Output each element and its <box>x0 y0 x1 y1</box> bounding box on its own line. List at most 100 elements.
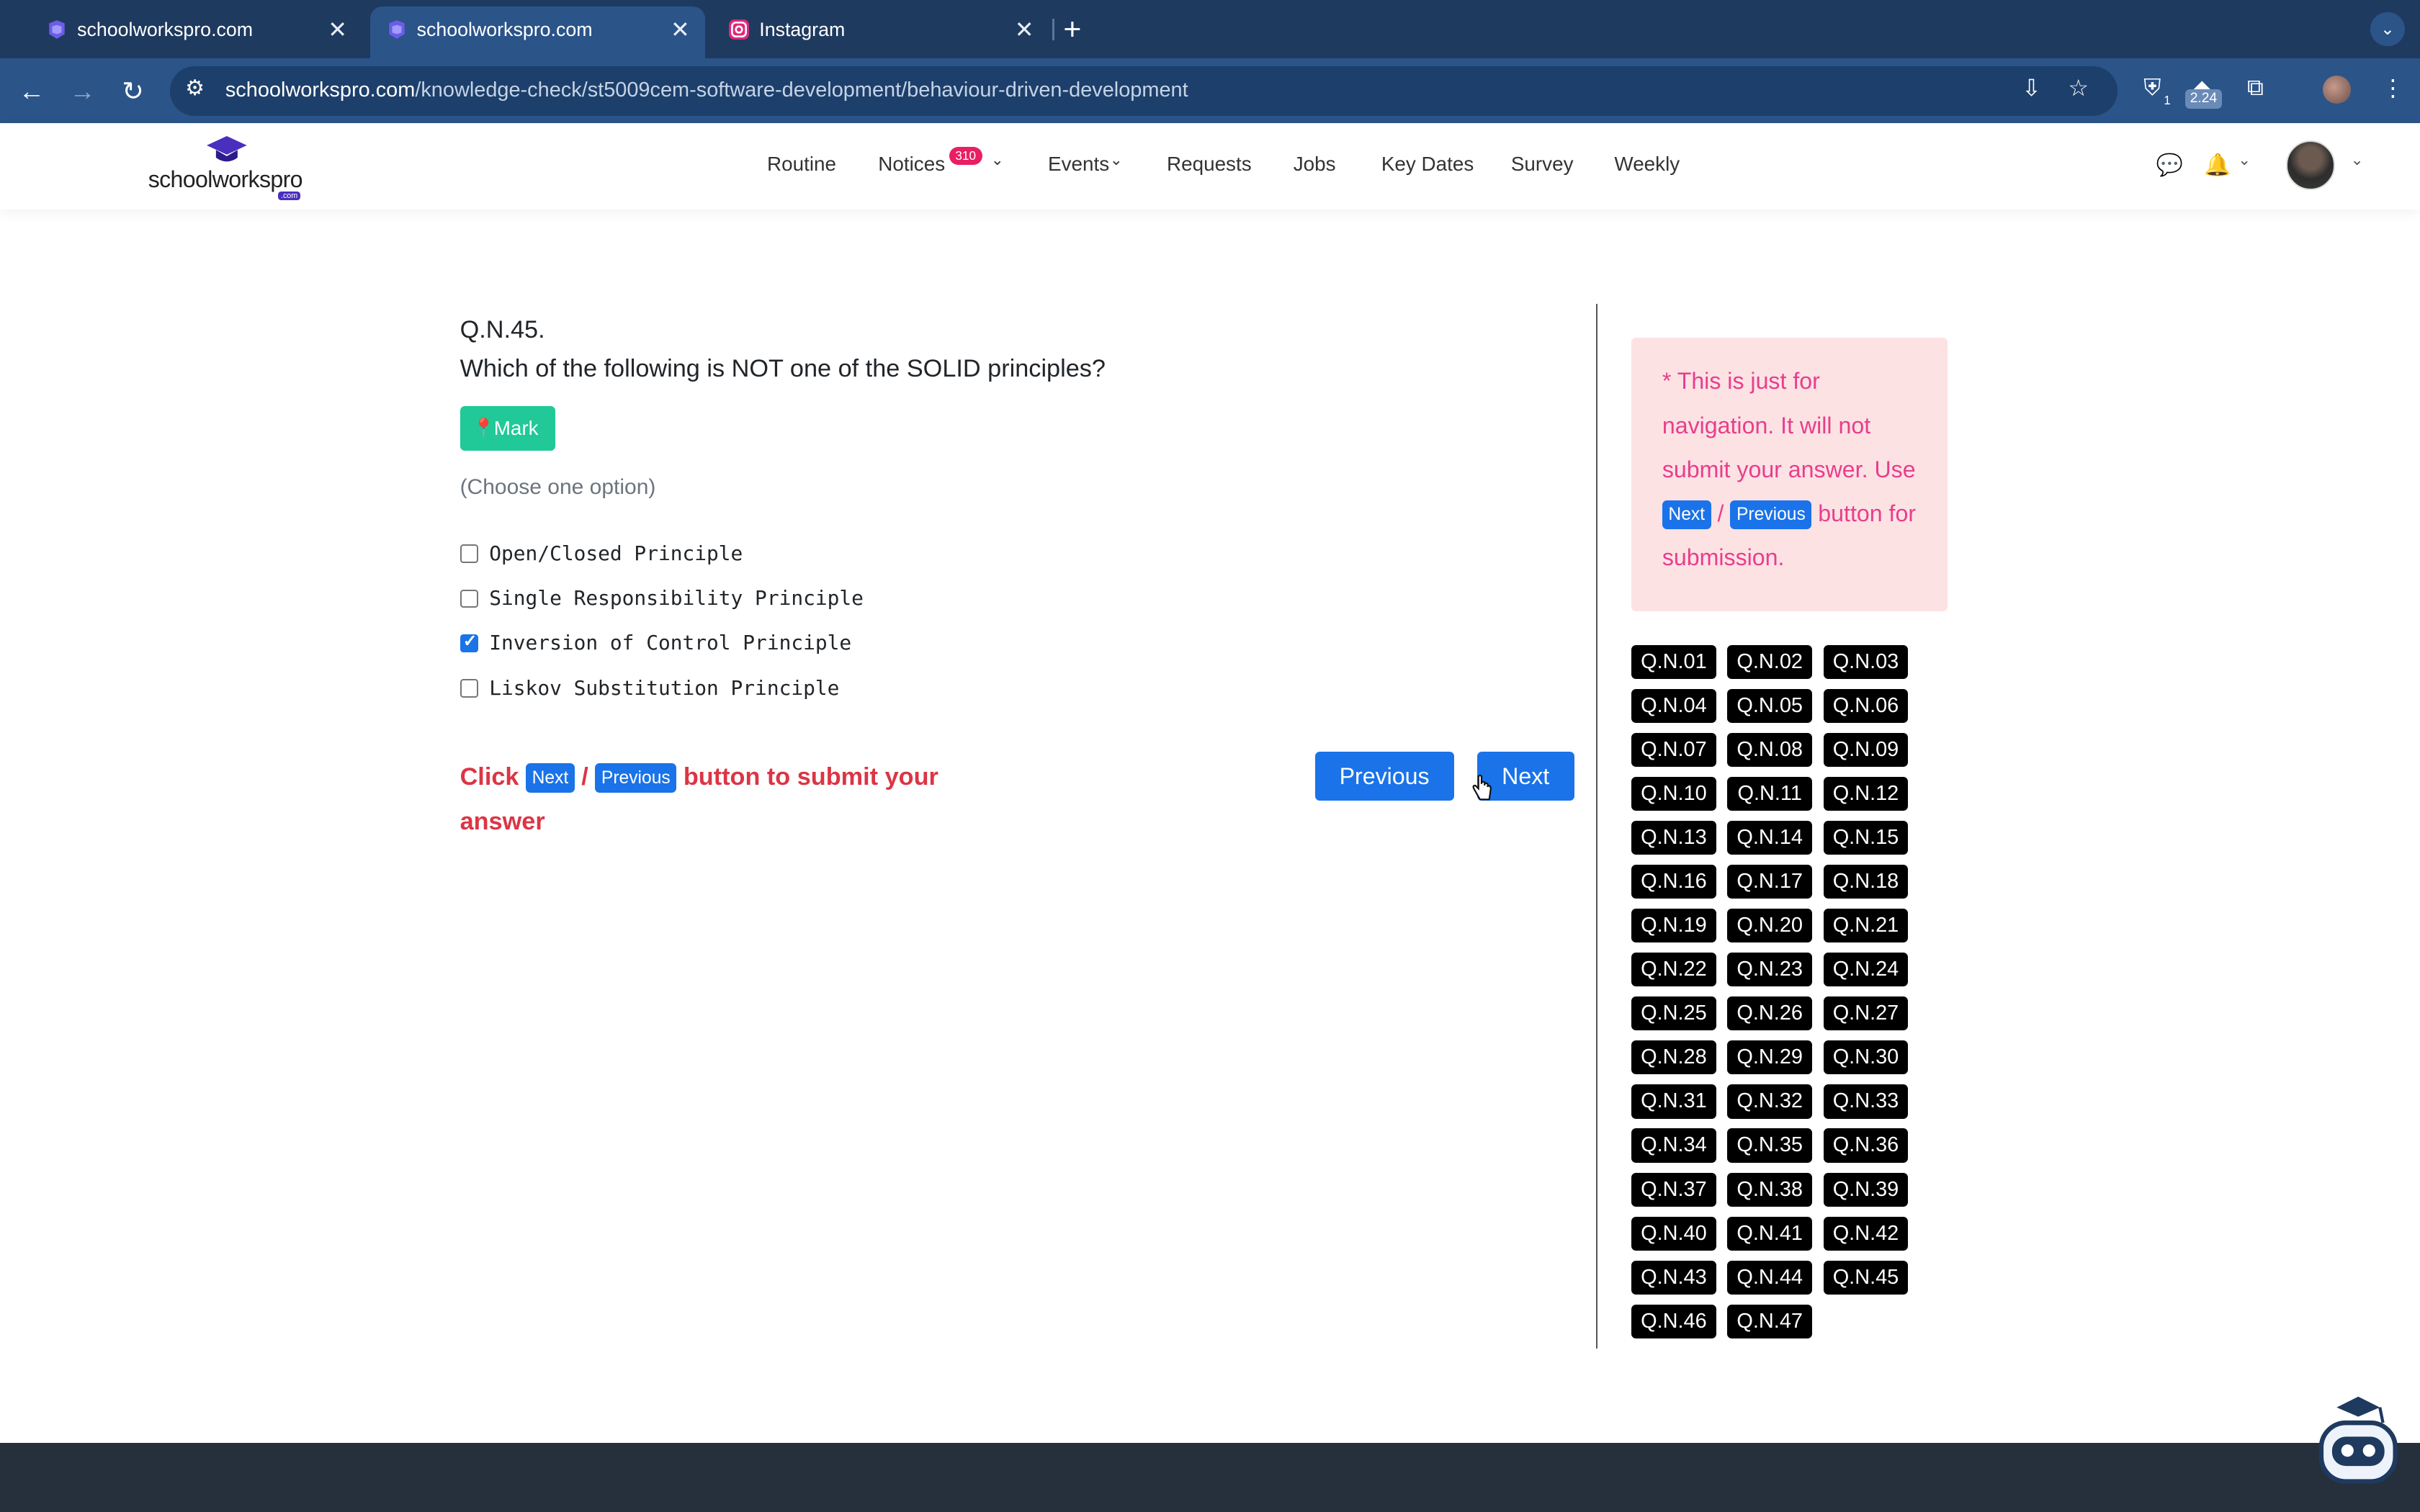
question-nav-button[interactable]: Q.N.22 <box>1631 953 1716 987</box>
question-nav-button[interactable]: Q.N.33 <box>1823 1084 1909 1119</box>
site-logo[interactable]: schoolworkspro .com <box>148 132 318 200</box>
question-nav-button[interactable]: Q.N.37 <box>1631 1172 1716 1207</box>
question-nav-button[interactable]: Q.N.03 <box>1823 644 1909 679</box>
browser-tab[interactable]: schoolworkspro.com ✕ <box>31 6 363 53</box>
question-nav-button[interactable]: Q.N.11 <box>1727 776 1813 811</box>
question-nav-button[interactable]: Q.N.26 <box>1727 996 1813 1031</box>
url-text[interactable]: schoolworkspro.com/knowledge-check/st500… <box>225 78 1188 102</box>
site-info-icon[interactable]: ⚙ <box>185 76 205 101</box>
question-nav-button[interactable]: Q.N.36 <box>1823 1128 1909 1163</box>
previous-pill: Previous <box>595 763 677 793</box>
question-nav-button[interactable]: Q.N.20 <box>1727 909 1813 943</box>
reload-icon[interactable]: ↻ <box>122 74 144 108</box>
user-avatar[interactable] <box>2285 140 2336 190</box>
question-nav-button[interactable]: Q.N.14 <box>1727 820 1813 855</box>
back-arrow-icon[interactable]: ← <box>19 74 45 108</box>
question-nav-button[interactable]: Q.N.09 <box>1823 732 1909 767</box>
nav-requests[interactable]: Requests <box>1167 153 1252 176</box>
nav-notices[interactable]: Notices <box>878 153 945 176</box>
option-label[interactable]: Open/Closed Principle <box>489 541 743 565</box>
question-nav-button[interactable]: Q.N.41 <box>1727 1216 1813 1251</box>
question-nav-button[interactable]: Q.N.17 <box>1727 865 1813 899</box>
option-checkbox-checked[interactable] <box>460 631 479 653</box>
question-nav-button[interactable]: Q.N.40 <box>1631 1216 1716 1251</box>
question-nav-button[interactable]: Q.N.01 <box>1631 644 1716 679</box>
bitwarden-extension-icon[interactable]: ⛨ <box>2143 74 2161 102</box>
tab-title: schoolworkspro.com <box>416 18 593 40</box>
browser-tab-active[interactable]: schoolworkspro.com ✕ <box>370 6 706 59</box>
browser-tab[interactable]: Instagram ✕ <box>713 6 1049 53</box>
forward-arrow-icon[interactable]: → <box>69 74 95 108</box>
nav-survey[interactable]: Survey <box>1511 153 1574 176</box>
new-tab-icon[interactable]: + <box>1063 6 1081 53</box>
option-label[interactable]: Liskov Substitution Principle <box>489 676 839 700</box>
nav-events[interactable]: Events <box>1048 153 1109 176</box>
question-nav-button[interactable]: Q.N.32 <box>1727 1084 1813 1119</box>
events-chevron-down-icon[interactable]: ⌄ <box>1110 151 1123 169</box>
question-nav-button[interactable]: Q.N.25 <box>1631 996 1716 1031</box>
question-nav-button[interactable]: Q.N.07 <box>1631 732 1716 767</box>
notification-bell-icon[interactable]: 🔔 <box>2204 153 2231 178</box>
nav-jobs[interactable]: Jobs <box>1294 153 1336 176</box>
browser-profile-avatar[interactable] <box>2323 75 2351 104</box>
question-nav-button[interactable]: Q.N.13 <box>1631 820 1716 855</box>
question-nav-button[interactable]: Q.N.30 <box>1823 1040 1909 1075</box>
schoolworkspro-favicon-icon <box>49 19 65 39</box>
question-nav-button[interactable]: Q.N.27 <box>1823 996 1909 1031</box>
chat-icon[interactable]: 💬 <box>2156 153 2183 178</box>
install-app-icon[interactable]: ⇩ <box>2022 74 2041 102</box>
tab-close-icon[interactable]: ✕ <box>1015 6 1034 53</box>
question-nav-button[interactable]: Q.N.47 <box>1727 1304 1813 1338</box>
question-nav-button[interactable]: Q.N.16 <box>1631 865 1716 899</box>
question-nav-button[interactable]: Q.N.38 <box>1727 1172 1813 1207</box>
notices-chevron-down-icon[interactable]: ⌄ <box>991 151 1004 169</box>
option-checkbox[interactable] <box>460 589 479 608</box>
option-checkbox[interactable] <box>460 678 479 698</box>
question-nav-button[interactable]: Q.N.02 <box>1727 644 1813 679</box>
nav-weekly[interactable]: Weekly <box>1614 153 1680 176</box>
question-nav-button[interactable]: Q.N.21 <box>1823 909 1909 943</box>
option-label[interactable]: Single Responsibility Principle <box>489 586 864 610</box>
question-nav-button[interactable]: Q.N.18 <box>1823 865 1909 899</box>
question-nav-button[interactable]: Q.N.15 <box>1823 820 1909 855</box>
question-nav-button[interactable]: Q.N.45 <box>1823 1260 1909 1295</box>
puzzle-extensions-icon[interactable]: ⧉ <box>2247 74 2264 102</box>
option-label[interactable]: Inversion of Control Principle <box>489 631 851 654</box>
question-nav-button[interactable]: Q.N.12 <box>1823 776 1909 811</box>
profile-chevron-down-icon[interactable]: ⌄ <box>2351 151 2364 169</box>
question-nav-button[interactable]: Q.N.24 <box>1823 953 1909 987</box>
question-number: Q.N.45. <box>460 316 545 344</box>
tab-close-icon[interactable]: ✕ <box>671 6 690 53</box>
question-nav-button[interactable]: Q.N.42 <box>1823 1216 1909 1251</box>
question-nav-button[interactable]: Q.N.10 <box>1631 776 1716 811</box>
question-nav-button[interactable]: Q.N.29 <box>1727 1040 1813 1075</box>
navigation-info-box: * This is just for navigation. It will n… <box>1631 338 1948 611</box>
option-checkbox[interactable] <box>460 544 479 564</box>
question-nav-button[interactable]: Q.N.46 <box>1631 1304 1716 1338</box>
nav-routine[interactable]: Routine <box>767 153 836 176</box>
question-nav-button[interactable]: Q.N.31 <box>1631 1084 1716 1119</box>
question-nav-button[interactable]: Q.N.23 <box>1727 953 1813 987</box>
question-nav-button[interactable]: Q.N.04 <box>1631 688 1716 723</box>
question-nav-button[interactable]: Q.N.44 <box>1727 1260 1813 1295</box>
notices-count-badge: 310 <box>949 146 982 165</box>
question-nav-button[interactable]: Q.N.35 <box>1727 1128 1813 1163</box>
chatbot-assistant-icon[interactable] <box>2312 1389 2401 1494</box>
question-nav-button[interactable]: Q.N.05 <box>1727 688 1813 723</box>
bookmark-star-icon[interactable]: ☆ <box>2068 74 2089 102</box>
address-bar[interactable]: ⚙ schoolworkspro.com/knowledge-check/st5… <box>169 66 2118 116</box>
question-nav-button[interactable]: Q.N.43 <box>1631 1260 1716 1295</box>
tab-search-chevron-icon[interactable]: ⌄ <box>2370 12 2405 47</box>
question-nav-button[interactable]: Q.N.34 <box>1631 1128 1716 1163</box>
question-nav-button[interactable]: Q.N.19 <box>1631 909 1716 943</box>
nav-key-dates[interactable]: Key Dates <box>1381 153 1474 176</box>
question-nav-button[interactable]: Q.N.06 <box>1823 688 1909 723</box>
previous-button[interactable]: Previous <box>1314 751 1454 801</box>
browser-menu-icon[interactable]: ⋮ <box>2381 74 2404 102</box>
mark-button[interactable]: 📍 Mark <box>460 405 556 451</box>
question-nav-button[interactable]: Q.N.39 <box>1823 1172 1909 1207</box>
question-nav-button[interactable]: Q.N.08 <box>1727 732 1813 767</box>
notification-chevron-down-icon[interactable]: ⌄ <box>2238 151 2251 169</box>
question-nav-button[interactable]: Q.N.28 <box>1631 1040 1716 1075</box>
tab-close-icon[interactable]: ✕ <box>328 6 347 53</box>
